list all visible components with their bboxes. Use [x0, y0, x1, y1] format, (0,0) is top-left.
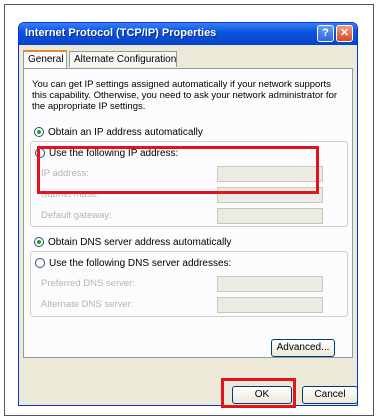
dns-manual-label: Use the following DNS server addresses:: [49, 257, 232, 269]
preferred-dns-field[interactable]: [217, 276, 323, 292]
title-bar: Internet Protocol (TCP/IP) Properties ? …: [19, 23, 357, 45]
alternate-dns-field[interactable]: [217, 297, 323, 313]
ok-highlight-box: [221, 378, 296, 408]
help-icon[interactable]: ?: [317, 25, 334, 42]
ip-auto-label: Obtain an IP address automatically: [48, 126, 203, 138]
dns-auto-label: Obtain DNS server address automatically: [48, 236, 232, 248]
ip-auto-option[interactable]: Obtain an IP address automatically: [34, 125, 203, 139]
window-title: Internet Protocol (TCP/IP) Properties: [25, 27, 217, 39]
description-text: You can get IP settings assigned automat…: [32, 79, 338, 112]
default-gateway-label: Default gateway:: [41, 210, 112, 221]
general-tab-panel: You can get IP settings assigned automat…: [23, 68, 353, 358]
alternate-dns-label: Alternate DNS server:: [41, 299, 134, 310]
tab-general[interactable]: General: [23, 50, 67, 68]
dns-manual-option[interactable]: Use the following DNS server addresses:: [35, 256, 231, 270]
dns-manual-radio[interactable]: [35, 258, 45, 268]
advanced-button[interactable]: Advanced...: [271, 339, 335, 357]
ip-highlight-box: [37, 146, 319, 194]
close-icon[interactable]: ✕: [336, 25, 353, 42]
dns-settings-group: Use the following DNS server addresses: …: [30, 251, 348, 317]
tcpip-properties-dialog: Internet Protocol (TCP/IP) Properties ? …: [18, 22, 358, 406]
default-gateway-field[interactable]: [217, 208, 323, 224]
dns-auto-option[interactable]: Obtain DNS server address automatically: [34, 235, 231, 249]
preferred-dns-label: Preferred DNS server:: [41, 278, 135, 289]
tab-alternate-configuration[interactable]: Alternate Configuration: [69, 51, 177, 67]
cancel-button[interactable]: Cancel: [302, 386, 358, 404]
dns-auto-radio[interactable]: [34, 237, 44, 247]
ip-auto-radio[interactable]: [34, 127, 44, 137]
